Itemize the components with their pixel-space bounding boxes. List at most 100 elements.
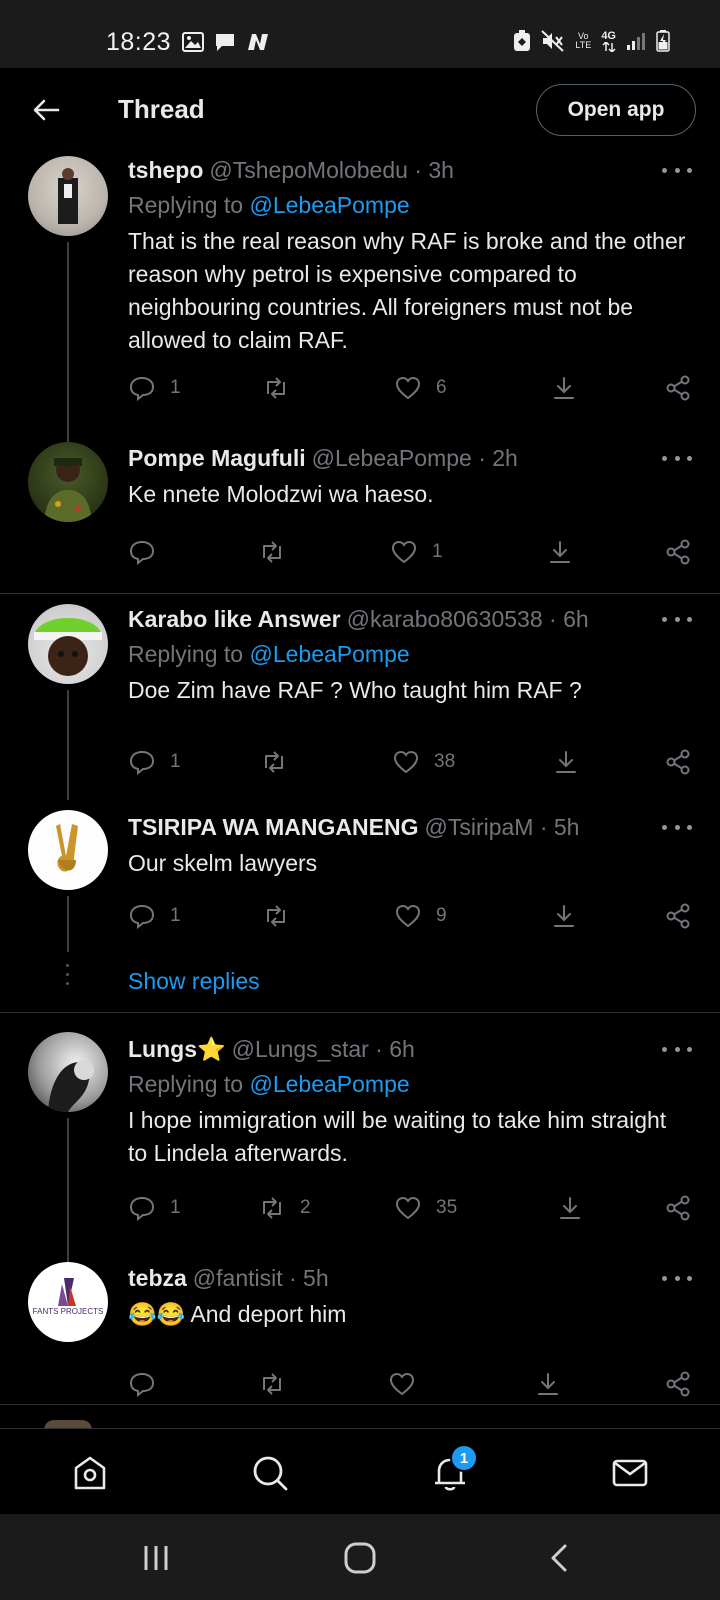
handle-time[interactable]: @LebeaPompe · 2h (312, 445, 518, 472)
display-name[interactable]: Lungs⭐ (128, 1036, 226, 1063)
tweet-actions: 1 2 35 (128, 1190, 698, 1226)
divider (0, 1012, 720, 1013)
display-name[interactable]: TSIRIPA WA MANGANENG (128, 814, 418, 841)
avatar-label: FANTS PROJECTS (32, 1307, 104, 1316)
handle-time[interactable]: @Lungs_star · 6h (232, 1036, 415, 1063)
tweet-text: Doe Zim have RAF ? Who taught him RAF ? (128, 677, 582, 703)
mention-link[interactable]: @LebeaPompe (249, 1071, 409, 1097)
download-button[interactable] (546, 534, 574, 570)
share-icon (666, 1371, 690, 1397)
retweet-button[interactable] (258, 1366, 300, 1402)
share-button[interactable] (664, 534, 692, 570)
reply-button[interactable]: 1 (128, 1190, 181, 1226)
reply-button[interactable]: 1 (128, 898, 181, 934)
retweet-icon (265, 751, 283, 773)
tweet-header: Karabo like Answer @karabo80630538 · 6h (128, 604, 589, 634)
reply-count: 1 (170, 377, 181, 398)
tweet-text: That is the real reason why RAF is broke… (128, 228, 686, 353)
back-button[interactable] (540, 1538, 580, 1578)
replying-to: Replying to @LebeaPompe (128, 641, 410, 668)
avatar[interactable] (28, 442, 108, 522)
display-name[interactable]: Pompe Magufuli (128, 445, 306, 472)
share-button[interactable] (664, 744, 692, 780)
more-options-icon[interactable] (662, 1039, 692, 1059)
avatar[interactable]: FANTS PROJECTS (28, 1262, 108, 1342)
display-name[interactable]: tshepo (128, 157, 203, 184)
home-button[interactable] (340, 1538, 380, 1578)
share-button[interactable] (664, 370, 692, 406)
cleaner-icon (513, 30, 531, 52)
reply-button[interactable] (128, 1366, 170, 1402)
share-button[interactable] (664, 1366, 692, 1402)
retweet-button[interactable]: 2 (258, 1190, 311, 1226)
display-name[interactable]: tebza (128, 1265, 187, 1292)
notification-badge: 1 (450, 1444, 478, 1472)
tweet[interactable]: Pompe Magufuli @LebeaPompe · 2h Ke nnete… (0, 442, 720, 592)
share-button[interactable] (664, 1190, 692, 1226)
handle-time[interactable]: @fantisit · 5h (193, 1265, 329, 1292)
avatar[interactable] (28, 1032, 108, 1112)
back-arrow-icon[interactable] (26, 90, 66, 130)
system-nav-bar (0, 1514, 720, 1600)
reply-button[interactable] (128, 534, 170, 570)
heart-icon (395, 376, 421, 400)
messages-icon[interactable] (606, 1449, 654, 1497)
status-left-icons (182, 32, 272, 52)
4g-label: 4G (601, 29, 616, 42)
more-options-icon[interactable] (662, 817, 692, 837)
handle-time[interactable]: @TsiripaM · 5h (424, 814, 579, 841)
more-options-icon[interactable] (662, 160, 692, 180)
display-name[interactable]: Karabo like Answer (128, 606, 341, 633)
handle-time[interactable]: @karabo80630538 · 6h (347, 606, 589, 633)
retweet-button[interactable] (262, 898, 304, 934)
gallery-icon (182, 32, 204, 52)
replying-prefix: Replying to (128, 192, 250, 218)
recents-button[interactable] (136, 1538, 176, 1578)
share-icon (666, 539, 690, 565)
avatar[interactable] (28, 810, 108, 890)
handle-time[interactable]: @TshepoMolobedu · 3h (209, 157, 454, 184)
reply-icon (129, 540, 155, 566)
open-app-button[interactable]: Open app (536, 84, 696, 136)
heart-icon (395, 1196, 421, 1220)
like-button[interactable]: 38 (392, 744, 455, 780)
mention-link[interactable]: @LebeaPompe (249, 192, 409, 218)
tweet[interactable]: FANTS PROJECTS tebza @fantisit · 5h 😂😂 A… (0, 1262, 720, 1402)
tweet[interactable]: Lungs⭐ @Lungs_star · 6h Replying to @Leb… (0, 1022, 720, 1262)
volte-icon: Vo LTE (575, 31, 592, 50)
retweet-button[interactable] (262, 370, 304, 406)
more-options-icon[interactable] (662, 1268, 692, 1288)
download-button[interactable] (556, 1190, 584, 1226)
more-options-icon[interactable] (662, 609, 692, 629)
avatar[interactable] (28, 604, 108, 684)
mention-link[interactable]: @LebeaPompe (249, 641, 409, 667)
avatar[interactable] (28, 156, 108, 236)
tweet[interactable]: TSIRIPA WA MANGANENG @TsiripaM · 5h Our … (0, 800, 720, 952)
n-app-icon (246, 32, 272, 52)
like-button[interactable]: 1 (390, 534, 443, 570)
search-icon[interactable] (246, 1449, 294, 1497)
home-icon[interactable] (66, 1449, 114, 1497)
thread-line (67, 690, 69, 800)
download-button[interactable] (550, 370, 578, 406)
tweet[interactable]: Karabo like Answer @karabo80630538 · 6h … (0, 604, 720, 800)
tweet[interactable]: tshepo @TshepoMolobedu · 3h Replying to … (0, 152, 720, 442)
share-button[interactable] (664, 898, 692, 934)
more-options-icon[interactable] (662, 448, 692, 468)
like-button[interactable]: 6 (394, 370, 447, 406)
reply-count: 1 (170, 751, 181, 772)
show-replies-link[interactable]: Show replies (128, 968, 260, 995)
retweet-button[interactable] (260, 744, 302, 780)
reply-button[interactable]: 1 (128, 370, 181, 406)
retweet-icon (267, 377, 285, 399)
like-button[interactable]: 35 (394, 1190, 457, 1226)
retweet-button[interactable] (258, 534, 300, 570)
download-button[interactable] (550, 898, 578, 934)
download-button[interactable] (552, 744, 580, 780)
like-count: 38 (434, 751, 456, 772)
top-app-bar: Thread Open app (0, 68, 720, 152)
like-button[interactable]: 9 (394, 898, 447, 934)
like-button[interactable] (388, 1366, 430, 1402)
download-button[interactable] (534, 1366, 562, 1402)
reply-button[interactable]: 1 (128, 744, 181, 780)
